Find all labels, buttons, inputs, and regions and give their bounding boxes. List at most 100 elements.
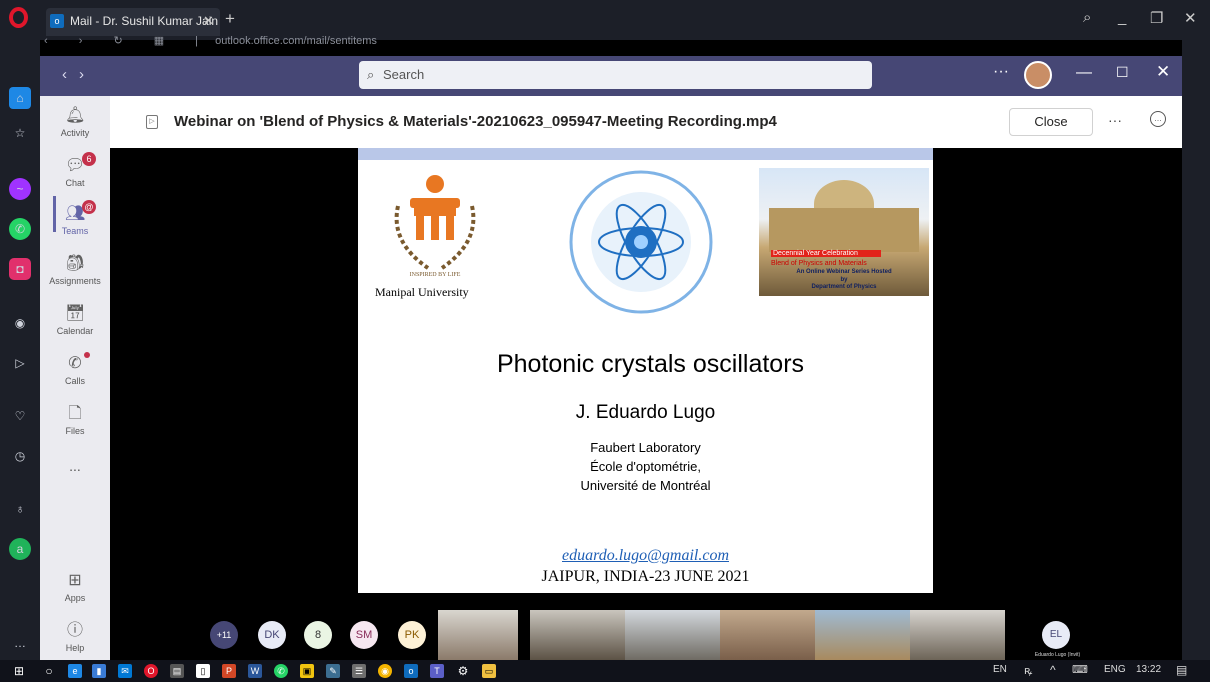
new-tab-icon[interactable]: + xyxy=(225,9,235,29)
close-button[interactable]: Close xyxy=(1009,108,1093,136)
history-icon[interactable]: ◷ xyxy=(9,445,31,467)
outlook-icon[interactable]: o xyxy=(404,664,418,678)
tray-input[interactable]: ENG xyxy=(1104,664,1126,675)
poster-line: Decennial Year Celebration xyxy=(771,250,881,257)
address-bar[interactable]: ‹ › ↻ ▦ | outlook.office.com/mail/sentit… xyxy=(44,34,1204,48)
affiliation-line: Université de Montréal xyxy=(580,478,711,493)
keyboard-icon[interactable]: ⌨ xyxy=(1072,663,1088,676)
instagram-icon[interactable]: ◘ xyxy=(9,258,31,280)
windows-start-icon[interactable]: ⊞ xyxy=(12,664,26,678)
browser-tab[interactable]: o Mail - Dr. Sushil Kumar Jain xyxy=(46,8,220,36)
tray-clock[interactable]: 13:22 xyxy=(1136,664,1161,675)
svg-text:INSPIRED BY LIFE: INSPIRED BY LIFE xyxy=(410,272,461,278)
participant-avatar[interactable]: DK xyxy=(258,621,286,649)
people-icon[interactable]: ꝶ xyxy=(1024,663,1032,678)
tab-title: Mail - Dr. Sushil Kumar Jain xyxy=(70,14,219,28)
browser-minimize-icon[interactable]: _ xyxy=(1118,9,1126,26)
folder-icon[interactable]: ▭ xyxy=(482,664,496,678)
rail-label: Teams xyxy=(61,226,89,236)
send-icon[interactable]: ▷ xyxy=(9,352,31,374)
opera-icon[interactable]: O xyxy=(144,664,158,678)
close-window-icon[interactable]: ✕ xyxy=(1156,62,1170,82)
chrome-icon[interactable]: ◉ xyxy=(378,664,392,678)
rail-files[interactable]: 🗋︎ Files xyxy=(40,404,110,436)
list-icon[interactable]: ☰ xyxy=(352,664,366,678)
player-icon[interactable]: ◉ xyxy=(9,312,31,334)
settings-icon[interactable]: ⚙ xyxy=(456,664,470,678)
search-icon[interactable]: ○ xyxy=(42,664,56,678)
browser-search-icon[interactable]: ⌕ xyxy=(1083,9,1091,26)
user-avatar[interactable] xyxy=(1024,61,1052,89)
participant-avatar[interactable]: SM xyxy=(350,621,378,649)
assignments-icon: 🎒︎ xyxy=(65,255,86,272)
participant-video[interactable] xyxy=(815,610,910,660)
chart-icon[interactable]: ▮ xyxy=(92,664,106,678)
rail-calendar[interactable]: 📅︎ Calendar xyxy=(40,304,110,336)
rail-more[interactable]: ... xyxy=(40,458,110,474)
participant-video[interactable] xyxy=(438,610,518,660)
aria-icon[interactable]: a xyxy=(9,538,31,560)
participant-avatar[interactable]: EL xyxy=(1042,621,1070,649)
rail-label: Apps xyxy=(64,593,86,603)
tool-icon[interactable]: ✎ xyxy=(326,664,340,678)
tray-language[interactable]: EN xyxy=(993,664,1007,675)
rail-help[interactable]: ⓘ Help xyxy=(40,621,110,653)
browser-nav-icons[interactable]: ‹ › ↻ ▦ | xyxy=(44,35,212,47)
rail-apps[interactable]: ⊞ Apps xyxy=(40,571,110,603)
mail-icon[interactable]: ✉ xyxy=(118,664,132,678)
more-options-icon[interactable]: ··· xyxy=(1108,112,1122,128)
bell-icon: 🔔︎ xyxy=(65,107,86,124)
tray-expand-icon[interactable]: ^ xyxy=(1050,663,1056,677)
browser-close-icon[interactable]: ✕ xyxy=(1184,9,1197,27)
opera-speed-dial-icon[interactable]: ☆ xyxy=(9,122,31,144)
search-input[interactable]: ⌕ Search xyxy=(359,61,872,89)
rail-calls[interactable]: ✆ Calls xyxy=(40,352,110,386)
powerpoint-icon[interactable]: P xyxy=(222,664,236,678)
participant-avatar[interactable]: PK xyxy=(398,621,426,649)
store-icon[interactable]: ▣ xyxy=(300,664,314,678)
poster-line: by xyxy=(840,277,848,283)
printer-icon[interactable]: ▤ xyxy=(170,664,184,678)
messenger-icon[interactable]: ~ xyxy=(9,178,31,200)
participant-video[interactable] xyxy=(625,610,720,660)
rail-label: Calendar xyxy=(56,326,94,336)
teams-icon[interactable]: T xyxy=(430,664,444,678)
notepad-icon[interactable]: ▯ xyxy=(196,664,210,678)
edge-icon[interactable]: e xyxy=(68,664,82,678)
rail-teams[interactable]: 👥︎ @ Teams xyxy=(40,200,110,236)
opera-more-icon[interactable]: … xyxy=(9,632,31,654)
teams-titlebar: ‹› ⌕ Search ··· — ☐ ✕ xyxy=(40,56,1182,96)
rail-label: Files xyxy=(65,426,85,436)
tab-close-icon[interactable]: ✕ xyxy=(203,13,214,29)
rail-label: Assignments xyxy=(49,276,101,286)
video-player[interactable]: INSPIRED BY LIFE Manipal University Dece… xyxy=(110,148,1182,660)
more-options-icon[interactable]: ··· xyxy=(993,63,1009,81)
whatsapp-icon[interactable]: ✆ xyxy=(274,664,288,678)
maximize-icon[interactable]: ☐ xyxy=(1116,64,1129,81)
more-participants-button[interactable]: +11 xyxy=(210,621,238,649)
participant-video[interactable] xyxy=(910,610,1005,660)
slide-title: Photonic crystals oscillators xyxy=(496,350,805,378)
webinar-poster: Decennial Year Celebration Blend of Phys… xyxy=(759,168,929,296)
teams-nav-arrows-icon[interactable]: ‹› xyxy=(62,66,96,83)
pin-icon[interactable]: ♁ xyxy=(9,498,31,520)
opera-home-icon[interactable]: ⌂ xyxy=(9,87,31,109)
notification-icon[interactable]: ▤ xyxy=(1176,663,1187,677)
word-icon[interactable]: W xyxy=(248,664,262,678)
rail-activity[interactable]: 🔔︎ Activity xyxy=(40,106,110,138)
participant-video[interactable] xyxy=(530,610,625,660)
whatsapp-icon[interactable]: ✆ xyxy=(9,218,31,240)
poster-line: An Online Webinar Series Hosted xyxy=(796,269,892,275)
slide-email-link[interactable]: eduardo.lugo@gmail.com xyxy=(358,547,933,565)
rail-label: Activity xyxy=(60,128,90,138)
heart-icon[interactable]: ♡ xyxy=(9,405,31,427)
opera-logo-icon[interactable] xyxy=(9,7,28,28)
chat-bubble-icon[interactable]: … xyxy=(1150,111,1166,127)
minimize-icon[interactable]: — xyxy=(1076,64,1092,82)
browser-restore-icon[interactable]: ❐ xyxy=(1150,9,1163,27)
rail-chat[interactable]: 💬︎ 6 Chat xyxy=(40,152,110,188)
participant-avatar[interactable]: 8 xyxy=(304,621,332,649)
shared-screen-menubar xyxy=(358,148,933,160)
participant-video[interactable] xyxy=(720,610,815,660)
rail-assignments[interactable]: 🎒︎ Assignments xyxy=(40,254,110,286)
